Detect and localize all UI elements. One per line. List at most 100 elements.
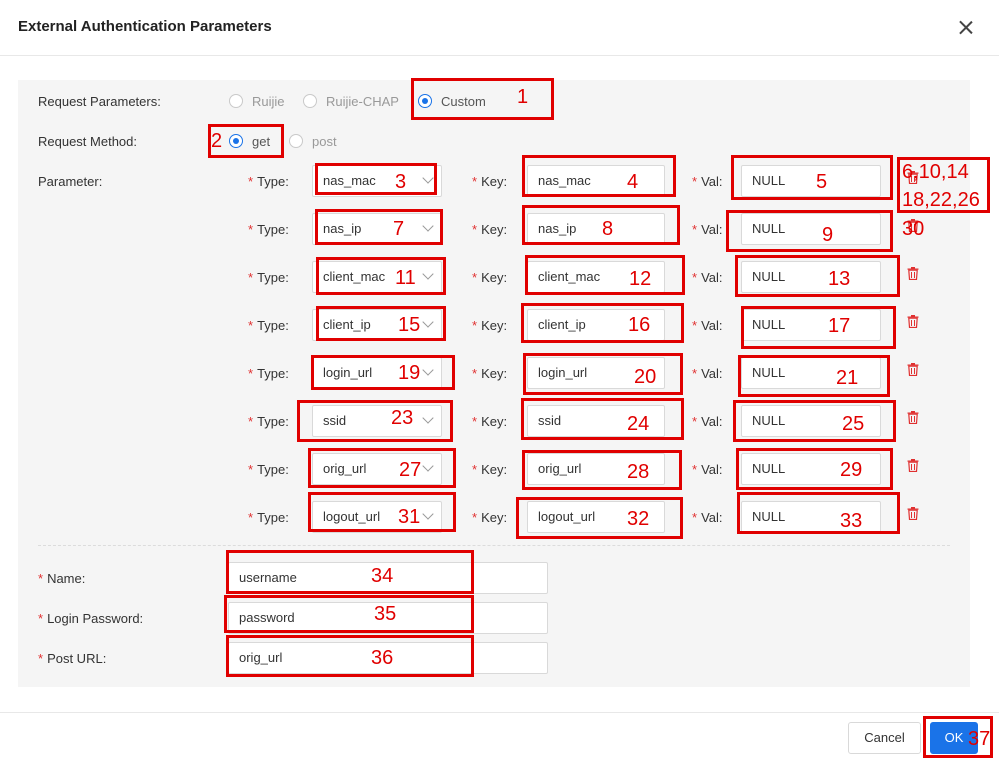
radio-post[interactable] xyxy=(289,134,303,148)
radio-custom-label[interactable]: Custom xyxy=(441,94,486,109)
val-input[interactable]: NULL xyxy=(741,165,881,197)
required-mark: * xyxy=(248,462,254,477)
trash-icon[interactable] xyxy=(907,363,919,377)
type-select[interactable]: client_mac xyxy=(312,261,442,293)
annotation-label: 35 xyxy=(374,603,397,625)
annotation-label: 9 xyxy=(822,224,834,246)
trash-icon[interactable] xyxy=(907,411,919,425)
key-input[interactable]: nas_ip xyxy=(527,213,665,245)
type-select-value: logout_url xyxy=(323,509,381,524)
radio-ruijie-chap-label[interactable]: Ruijie-CHAP xyxy=(326,94,399,109)
cancel-button[interactable]: Cancel xyxy=(848,722,921,754)
radio-custom[interactable] xyxy=(418,94,432,108)
required-mark: * xyxy=(248,174,254,189)
trash-icon[interactable] xyxy=(907,507,919,521)
type-label: * Type: xyxy=(248,462,289,477)
type-select[interactable]: ssid xyxy=(312,405,442,437)
login-password-label: * Login Password: xyxy=(38,611,143,626)
section-divider xyxy=(38,545,950,546)
required-mark: * xyxy=(248,318,254,333)
val-label-text: Val: xyxy=(701,414,723,429)
type-label: * Type: xyxy=(248,270,289,285)
type-select-value: login_url xyxy=(323,365,373,380)
type-select[interactable]: orig_url xyxy=(312,453,442,485)
close-icon[interactable] xyxy=(956,18,976,38)
val-input[interactable]: NULL xyxy=(741,261,881,293)
annotation-label: 19 xyxy=(398,362,421,384)
key-label: * Key: xyxy=(472,318,507,333)
type-label-text: Type: xyxy=(257,462,289,477)
type-select[interactable]: login_url xyxy=(312,357,442,389)
required-mark: * xyxy=(248,414,254,429)
type-label-text: Type: xyxy=(257,174,289,189)
key-input[interactable]: nas_mac xyxy=(527,165,665,197)
val-input[interactable]: NULL xyxy=(741,309,881,341)
annotation-label: 3 xyxy=(395,171,407,193)
annotation-label: 23 xyxy=(391,407,414,429)
dialog-title: External Authentication Parameters xyxy=(18,18,272,35)
annotation-label: 36 xyxy=(371,647,394,669)
required-mark: * xyxy=(472,366,478,381)
annotation-label: 34 xyxy=(371,565,394,587)
type-label-text: Type: xyxy=(257,414,289,429)
val-label-text: Val: xyxy=(701,318,723,333)
annotation-label: 15 xyxy=(398,314,421,336)
val-input[interactable]: NULL xyxy=(741,213,881,245)
name-label: * Name: xyxy=(38,571,85,586)
radio-get[interactable] xyxy=(229,134,243,148)
key-label: * Key: xyxy=(472,510,507,525)
type-select[interactable]: nas_mac xyxy=(312,165,442,197)
radio-post-label[interactable]: post xyxy=(312,134,337,149)
val-label: * Val: xyxy=(692,222,723,237)
annotation-label: 33 xyxy=(840,510,863,532)
name-label-text: Name: xyxy=(47,571,86,586)
trash-icon[interactable] xyxy=(907,267,919,281)
radio-get-label[interactable]: get xyxy=(252,134,270,149)
radio-ruijie-label[interactable]: Ruijie xyxy=(252,94,285,109)
annotation-label: 12 xyxy=(629,268,652,290)
annotation-label: 18,22,26 xyxy=(902,189,980,211)
val-label-text: Val: xyxy=(701,510,723,525)
post-url-label-text: Post URL: xyxy=(47,651,107,666)
key-label: * Key: xyxy=(472,174,507,189)
trash-icon[interactable] xyxy=(907,459,919,473)
annotation-label: 1 xyxy=(517,86,529,108)
type-select[interactable]: logout_url xyxy=(312,501,442,533)
chevron-down-icon xyxy=(422,268,434,280)
type-select[interactable]: client_ip xyxy=(312,309,442,341)
chevron-down-icon xyxy=(422,316,434,328)
radio-ruijie[interactable] xyxy=(229,94,243,108)
annotation-label: 11 xyxy=(395,267,416,289)
chevron-down-icon xyxy=(422,364,434,376)
required-mark: * xyxy=(248,510,254,525)
annotation-label: 20 xyxy=(634,366,657,388)
type-select-value: client_ip xyxy=(323,317,371,332)
radio-ruijie-chap[interactable] xyxy=(303,94,317,108)
annotation-label: 5 xyxy=(816,171,828,193)
type-select[interactable]: nas_ip xyxy=(312,213,442,245)
required-mark: * xyxy=(38,611,44,626)
required-mark: * xyxy=(692,462,698,477)
trash-icon[interactable] xyxy=(907,315,919,329)
key-label-text: Key: xyxy=(481,174,508,189)
key-label-text: Key: xyxy=(481,366,508,381)
type-label: * Type: xyxy=(248,174,289,189)
key-label-text: Key: xyxy=(481,462,508,477)
login-password-label-text: Login Password: xyxy=(47,611,144,626)
val-label-text: Val: xyxy=(701,174,723,189)
required-mark: * xyxy=(248,222,254,237)
chevron-down-icon xyxy=(422,460,434,472)
val-input[interactable]: NULL xyxy=(741,357,881,389)
required-mark: * xyxy=(692,174,698,189)
required-mark: * xyxy=(692,270,698,285)
required-mark: * xyxy=(472,174,478,189)
key-label: * Key: xyxy=(472,222,507,237)
annotation-label: 2 xyxy=(211,130,223,152)
required-mark: * xyxy=(38,651,44,666)
annotation-label: 4 xyxy=(627,171,639,193)
chevron-down-icon xyxy=(422,412,434,424)
annotation-label: 7 xyxy=(393,218,405,240)
required-mark: * xyxy=(472,222,478,237)
parameter-label: Parameter: xyxy=(38,174,103,189)
val-label: * Val: xyxy=(692,414,723,429)
